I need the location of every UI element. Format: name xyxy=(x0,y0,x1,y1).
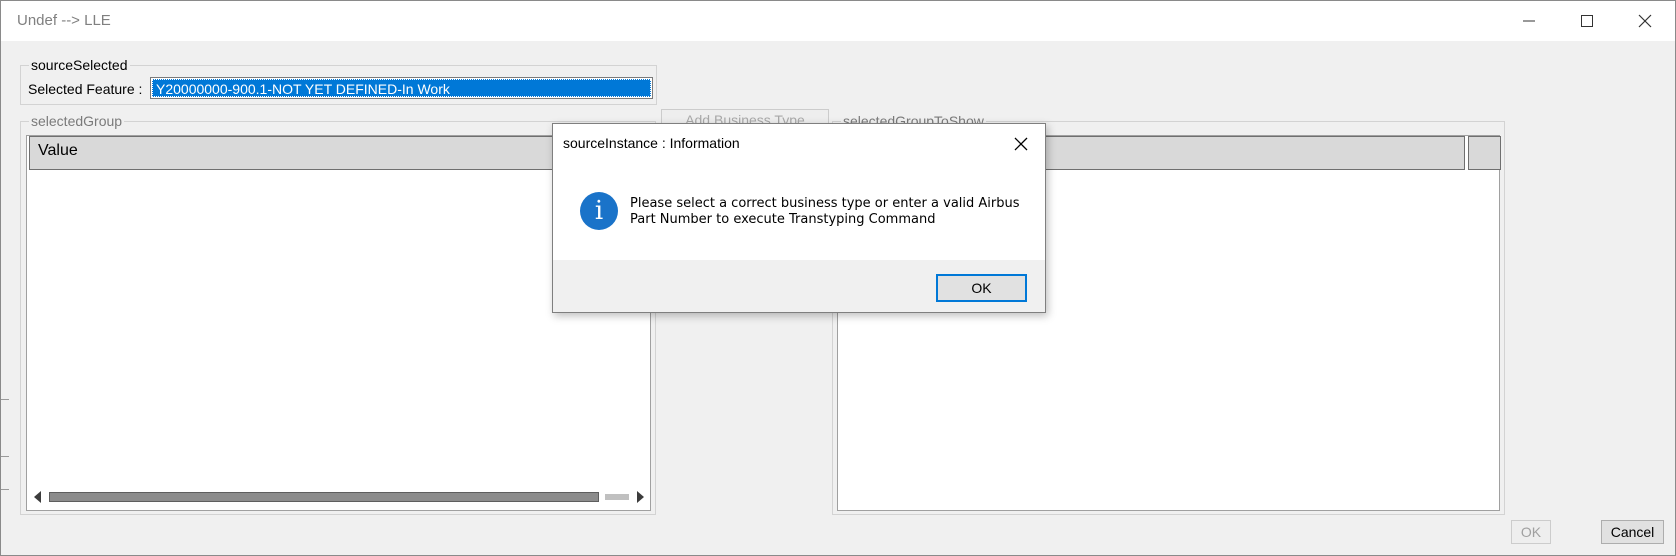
dialog-title: sourceInstance : Information xyxy=(563,135,740,151)
ok-button[interactable]: OK xyxy=(1511,520,1551,544)
scrollbar-thumb[interactable] xyxy=(49,492,599,502)
background-window-edge xyxy=(1,399,9,422)
to-show-column-header-2[interactable] xyxy=(1468,136,1501,170)
source-selected-legend: sourceSelected xyxy=(29,56,130,74)
value-column-label: Value xyxy=(38,142,78,159)
scroll-right-icon[interactable] xyxy=(633,490,647,504)
close-icon xyxy=(1638,14,1652,28)
minimize-button[interactable] xyxy=(1500,1,1558,41)
title-bar: Undef --> LLE xyxy=(1,1,1675,41)
info-icon: i xyxy=(580,192,618,230)
maximize-icon xyxy=(1581,15,1593,27)
dialog-content-area: sourceInstance : Information i Please se… xyxy=(553,124,1045,260)
dialog-message-line2: Part Number to execute Transtyping Comma… xyxy=(630,212,936,227)
dialog-message: Please select a correct business type or… xyxy=(630,196,1030,228)
dialog-ok-button[interactable]: OK xyxy=(936,274,1027,302)
window-title: Undef --> LLE xyxy=(17,12,111,29)
selected-feature-label: Selected Feature : xyxy=(28,81,143,97)
background-window-edge xyxy=(1,489,9,510)
add-business-type-button[interactable]: Add Business Type xyxy=(661,109,829,123)
dialog-message-line1: Please select a correct business type or… xyxy=(630,196,1020,211)
close-button[interactable] xyxy=(1616,1,1674,41)
horizontal-scrollbar[interactable] xyxy=(31,490,647,504)
selected-feature-field[interactable]: Y20000000-900.1-NOT YET DEFINED-In Work xyxy=(150,77,653,99)
maximize-button[interactable] xyxy=(1558,1,1616,41)
add-business-type-label: Add Business Type xyxy=(685,112,805,123)
main-window: Undef --> LLE sourceSelected Selected Fe… xyxy=(0,0,1676,556)
background-window-edge xyxy=(1,456,9,483)
cancel-button[interactable]: Cancel xyxy=(1601,520,1664,544)
scrollbar-track xyxy=(605,494,629,500)
selected-feature-value: Y20000000-900.1-NOT YET DEFINED-In Work xyxy=(152,79,651,97)
close-icon[interactable] xyxy=(1011,134,1031,154)
information-dialog: sourceInstance : Information i Please se… xyxy=(552,123,1046,313)
scroll-left-icon[interactable] xyxy=(31,490,45,504)
minimize-icon xyxy=(1523,20,1535,22)
selected-group-legend: selectedGroup xyxy=(29,112,125,130)
